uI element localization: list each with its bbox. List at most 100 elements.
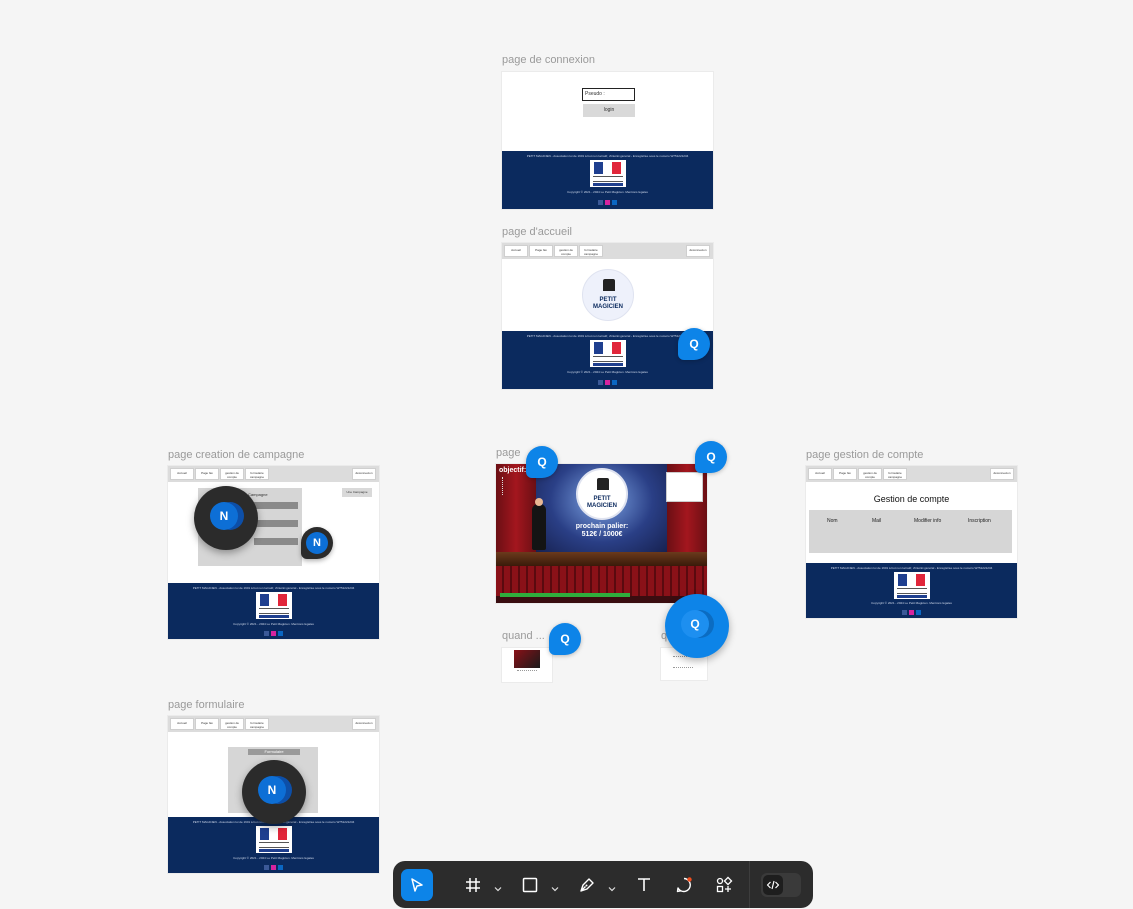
- column-header: Inscription: [968, 518, 991, 524]
- collaborator-avatar-n[interactable]: N: [301, 527, 333, 559]
- move-tool-button[interactable]: [401, 869, 433, 901]
- rectangle-tool-button[interactable]: [514, 869, 546, 901]
- nav-logout[interactable]: déconnexion: [686, 245, 710, 257]
- collaborator-avatar-q[interactable]: Q: [695, 441, 727, 473]
- top-hat-icon: [603, 279, 615, 291]
- frame-quand[interactable]: [502, 648, 552, 682]
- chevron-down-icon[interactable]: [551, 880, 559, 892]
- pen-tool-button[interactable]: [571, 869, 603, 901]
- new-campaign-button[interactable]: Une Campagne: [342, 488, 372, 497]
- seats: [496, 566, 707, 596]
- rectangle-icon: [522, 877, 538, 893]
- frame-page-connexion[interactable]: Pseudo : login PETIT MAGICIEN - Associat…: [502, 72, 713, 209]
- facebook-icon[interactable]: [597, 200, 603, 205]
- petit-magicien-logo: PETIT MAGICIEN: [576, 468, 628, 520]
- design-toolbar: [393, 861, 813, 908]
- footer-text: PETIT MAGICIEN - Association loi de 1901…: [526, 154, 689, 158]
- nav-accueil[interactable]: Accueil: [170, 718, 194, 730]
- frame-page-stage[interactable]: PETIT MAGICIEN prochain palier: 512€ / 1…: [496, 464, 707, 603]
- toolbar-divider: [749, 861, 750, 908]
- actions-tool-button[interactable]: [708, 869, 740, 901]
- instagram-icon[interactable]: [604, 200, 610, 205]
- facebook-icon[interactable]: [263, 865, 269, 870]
- instagram-icon[interactable]: [908, 610, 914, 615]
- facebook-icon[interactable]: [901, 610, 907, 615]
- nav-bar: Accueil Page fav gestion de compte formu…: [168, 716, 379, 732]
- frame-page-creation[interactable]: Accueil Page fav gestion de compte formu…: [168, 466, 379, 639]
- nav-accueil[interactable]: Accueil: [170, 468, 194, 480]
- frame-label-gestion[interactable]: page gestion de compte: [806, 449, 923, 461]
- frame-label-formulaire[interactable]: page formulaire: [168, 699, 244, 711]
- marianne-logo: [589, 340, 626, 367]
- frame-tool-button[interactable]: [457, 869, 489, 901]
- chevron-down-icon[interactable]: [608, 880, 616, 892]
- collaborator-avatar-q[interactable]: Q: [549, 623, 581, 655]
- marianne-logo: [589, 160, 626, 187]
- logo-text-1: PETIT: [599, 297, 617, 303]
- pseudo-input[interactable]: Pseudo :: [582, 88, 635, 101]
- nav-page-fav[interactable]: Page fav: [195, 468, 219, 480]
- frame-label-accueil[interactable]: page d'accueil: [502, 226, 572, 238]
- instagram-icon[interactable]: [270, 631, 276, 636]
- campaign-row[interactable]: [254, 502, 298, 509]
- linkedin-icon[interactable]: [611, 200, 617, 205]
- frame-page-gestion[interactable]: Accueil Page fav gestion de compte formu…: [806, 466, 1017, 618]
- column-header: Modifier info: [914, 518, 942, 524]
- footer: PETIT MAGICIEN - Association loi de 1901…: [168, 817, 379, 873]
- nav-formulaire[interactable]: formulaire campagne: [883, 468, 907, 480]
- nav-logout[interactable]: déconnexion: [352, 468, 376, 480]
- linkedin-icon[interactable]: [915, 610, 921, 615]
- collaborator-avatar-q[interactable]: Q: [526, 446, 558, 478]
- text-tool-button[interactable]: [628, 869, 660, 901]
- nav-page-fav[interactable]: Page fav: [833, 468, 857, 480]
- nav-formulaire[interactable]: formulaire campagne: [245, 468, 269, 480]
- logo-text-2: MAGICIEN: [587, 503, 617, 509]
- avatar-n: N: [210, 502, 238, 530]
- footer-copyright: Copyright © 2021 - 2024 Le Petit Magicie…: [233, 622, 314, 626]
- nav-logout[interactable]: déconnexion: [990, 468, 1014, 480]
- facebook-icon[interactable]: [263, 631, 269, 636]
- nav-gestion[interactable]: gestion de compte: [220, 718, 244, 730]
- nav-formulaire[interactable]: formulaire campagne: [579, 245, 603, 257]
- accounts-table: Nom Mail Modifier info Inscription: [809, 510, 1012, 553]
- palier-value: 512€ / 1000€: [581, 531, 623, 538]
- footer-text: PETIT MAGICIEN - Association loi de 1901…: [192, 586, 355, 590]
- marianne-logo: [255, 592, 292, 619]
- login-button[interactable]: login: [583, 104, 635, 117]
- comment-tool-button[interactable]: [668, 869, 700, 901]
- frame-label-creation[interactable]: page creation de campagne: [168, 449, 304, 461]
- linkedin-icon[interactable]: [277, 631, 283, 636]
- magician-head: [535, 498, 543, 506]
- nav-page-fav[interactable]: Page fav: [529, 245, 553, 257]
- facebook-icon[interactable]: [597, 380, 603, 385]
- collaborator-cursor-n[interactable]: N: [242, 760, 306, 824]
- social-icons: [597, 200, 618, 205]
- nav-gestion[interactable]: gestion de compte: [220, 468, 244, 480]
- dev-mode-toggle[interactable]: [761, 873, 801, 897]
- instagram-icon[interactable]: [604, 380, 610, 385]
- frame-label-quand[interactable]: quand ...: [502, 630, 545, 642]
- instagram-icon[interactable]: [270, 865, 276, 870]
- frame-label-stage[interactable]: page: [496, 447, 520, 459]
- collaborator-avatar-q[interactable]: Q: [678, 328, 710, 360]
- campaign-row[interactable]: [254, 520, 298, 527]
- gestion-title: Gestion de compte: [873, 494, 950, 504]
- frame-page-accueil[interactable]: Accueil Page fav gestion de compte formu…: [502, 243, 713, 389]
- nav-accueil[interactable]: Accueil: [504, 245, 528, 257]
- nav-formulaire[interactable]: formulaire campagne: [245, 718, 269, 730]
- text-t-icon: [638, 878, 650, 891]
- nav-gestion[interactable]: gestion de compte: [554, 245, 578, 257]
- nav-bar: Accueil Page fav gestion de compte formu…: [168, 466, 379, 482]
- nav-gestion[interactable]: gestion de compte: [858, 468, 882, 480]
- chevron-down-icon[interactable]: [494, 880, 502, 892]
- nav-page-fav[interactable]: Page fav: [195, 718, 219, 730]
- frame-label-connexion[interactable]: page de connexion: [502, 54, 595, 66]
- linkedin-icon[interactable]: [277, 865, 283, 870]
- collaborator-cursor-q[interactable]: Q: [665, 594, 729, 658]
- nav-logout[interactable]: déconnexion: [352, 718, 376, 730]
- collaborator-cursor-n[interactable]: N: [194, 486, 258, 550]
- linkedin-icon[interactable]: [611, 380, 617, 385]
- info-card: [666, 472, 703, 502]
- campaign-row[interactable]: [254, 538, 298, 545]
- nav-accueil[interactable]: Accueil: [808, 468, 832, 480]
